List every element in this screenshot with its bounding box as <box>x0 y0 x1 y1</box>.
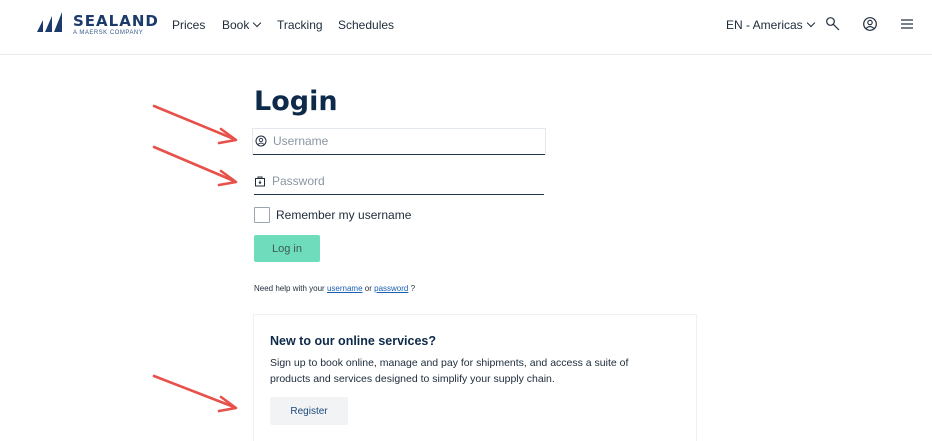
search-icon <box>826 17 840 31</box>
red-arrow-icon <box>152 374 238 413</box>
username-input[interactable] <box>273 131 539 151</box>
username-help-link[interactable]: username <box>327 284 363 293</box>
username-field[interactable] <box>252 128 546 155</box>
login-button[interactable]: Log in <box>254 235 320 262</box>
remember-label: Remember my username <box>276 208 412 222</box>
red-arrow-icon <box>152 145 238 187</box>
page-title: Login <box>254 86 338 117</box>
password-underline <box>254 193 544 195</box>
menu-icon <box>901 19 913 29</box>
nav-book[interactable]: Book <box>222 18 262 32</box>
sail-logo-icon <box>37 12 62 32</box>
chevron-down-icon <box>806 18 815 28</box>
menu-button[interactable] <box>896 13 918 35</box>
brand-name: SEALAND <box>73 12 159 30</box>
username-underline <box>253 153 545 155</box>
user-icon <box>863 17 877 31</box>
user-circle-icon <box>255 135 267 147</box>
top-nav-bar: SEALAND A MAERSK COMPANY Prices Book Tra… <box>0 0 932 55</box>
signup-card: New to our online services? Sign up to b… <box>253 314 697 441</box>
password-help-link[interactable]: password <box>374 284 408 293</box>
language-label: EN - Americas <box>726 18 803 32</box>
nav-prices[interactable]: Prices <box>172 18 205 32</box>
signup-description: Sign up to book online, manage and pay f… <box>270 357 629 385</box>
chevron-down-icon <box>253 18 262 28</box>
red-arrow-icon <box>152 104 238 145</box>
nav-book-label: Book <box>222 18 250 32</box>
search-button[interactable] <box>822 13 844 35</box>
help-prefix: Need help with your <box>254 284 325 293</box>
help-suffix: ? <box>410 284 416 293</box>
language-selector[interactable]: EN - Americas <box>726 18 815 32</box>
password-field[interactable] <box>254 169 544 195</box>
sealand-logo[interactable]: SEALAND A MAERSK COMPANY <box>35 10 160 42</box>
nav-schedules[interactable]: Schedules <box>338 18 394 32</box>
register-button[interactable]: Register <box>270 397 348 425</box>
remember-checkbox[interactable] <box>254 207 270 223</box>
nav-tracking[interactable]: Tracking <box>277 18 323 32</box>
help-or: or <box>364 284 372 293</box>
help-text: Need help with your username or password… <box>254 284 415 293</box>
password-input[interactable] <box>272 171 538 191</box>
brand-tagline: A MAERSK COMPANY <box>73 30 144 36</box>
lock-icon <box>255 176 265 187</box>
signup-title: New to our online services? <box>270 334 437 348</box>
account-button[interactable] <box>859 13 881 35</box>
